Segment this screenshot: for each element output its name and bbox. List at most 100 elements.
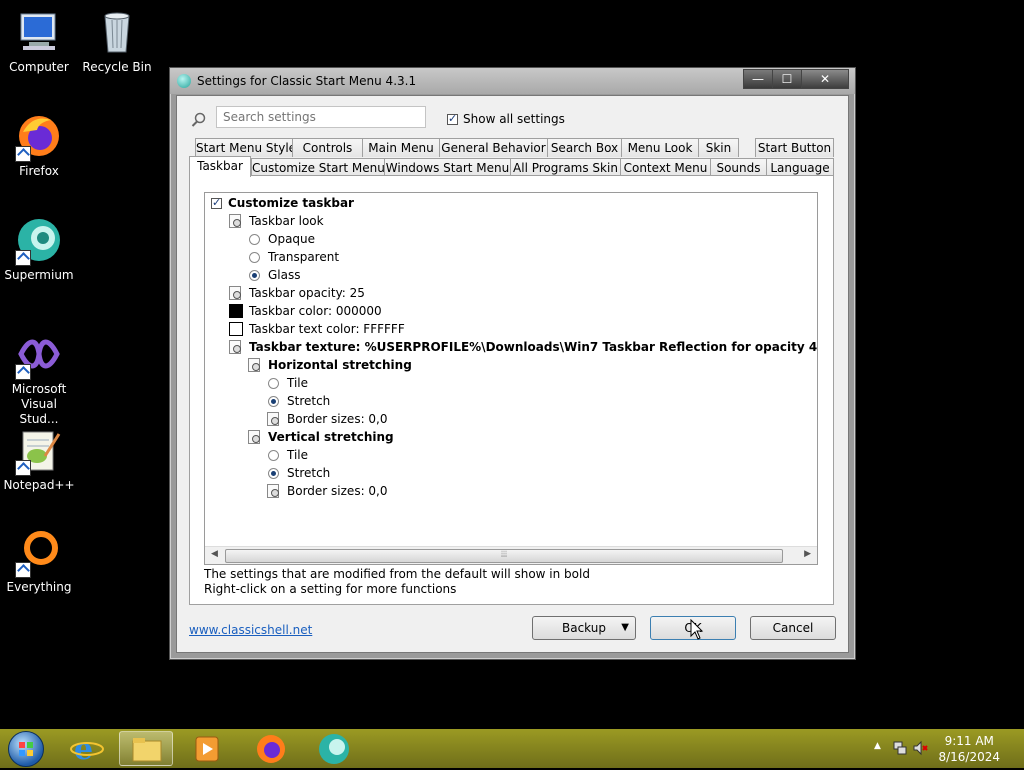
taskbar-color-item[interactable]: Taskbar color: 000000	[229, 302, 382, 320]
desktop-icon-label: Microsoft Visual Stud...	[11, 382, 67, 426]
tab-main-menu[interactable]: Main Menu	[362, 138, 440, 157]
settings-window: Settings for Classic Start Menu 4.3.1 — …	[169, 67, 856, 660]
clock[interactable]: 9:11 AM 8/16/2024	[938, 733, 1000, 765]
shortcut-arrow-icon	[15, 146, 31, 162]
desktop-icon-label: Recycle Bin	[82, 60, 152, 74]
radio-button-selected[interactable]	[268, 395, 279, 407]
opaque-option[interactable]: Opaque	[249, 230, 315, 248]
desktop-icon-notepadpp[interactable]: Notepad++	[1, 426, 77, 493]
horizontal-stretch-option[interactable]: Stretch	[268, 392, 330, 410]
desktop-icon-label: Firefox	[19, 164, 59, 178]
radio-button[interactable]	[249, 233, 260, 245]
clock-date: 8/16/2024	[938, 750, 1000, 764]
desktop-icon-recycle-bin[interactable]: Recycle Bin	[79, 8, 155, 75]
shortcut-arrow-icon	[15, 364, 31, 380]
folder-icon	[132, 738, 162, 762]
internet-explorer-icon: e	[70, 732, 104, 767]
glass-option[interactable]: Glass	[249, 266, 301, 284]
horizontal-border-sizes-item[interactable]: Border sizes: 0,0	[267, 410, 388, 428]
backup-button[interactable]: Backup ▼	[532, 616, 636, 640]
tab-general-behavior[interactable]: General Behavior	[439, 138, 548, 157]
tab-skin[interactable]: Skin	[698, 138, 739, 157]
system-tray: ▲ 9:11 AM 8/16/2024	[864, 729, 1024, 768]
horizontal-tile-option[interactable]: Tile	[268, 374, 308, 392]
radio-button-selected[interactable]	[249, 269, 260, 281]
visual-studio-icon	[15, 330, 63, 380]
start-button[interactable]	[5, 729, 45, 768]
transparent-option[interactable]: Transparent	[249, 248, 339, 266]
vertical-border-sizes-item[interactable]: Border sizes: 0,0	[267, 482, 388, 500]
close-button[interactable]: ✕	[801, 69, 849, 89]
desktop-icon-everything[interactable]: Everything	[1, 528, 77, 595]
setting-gear-icon	[267, 484, 281, 498]
window-title: Settings for Classic Start Menu 4.3.1	[197, 74, 417, 88]
tab-start-menu-style[interactable]: Start Menu Style	[195, 138, 296, 157]
taskbar-explorer[interactable]	[119, 731, 173, 766]
classicshell-link[interactable]: www.classicshell.net	[189, 623, 312, 637]
tab-search-box[interactable]: Search Box	[547, 138, 622, 157]
recycle-bin-icon	[93, 8, 141, 56]
taskbar-ie[interactable]: e	[60, 731, 114, 767]
show-hidden-icons-arrow[interactable]: ▲	[874, 741, 881, 751]
desktop-icon-label: Notepad++	[3, 478, 75, 492]
taskbar-opacity-item[interactable]: Taskbar opacity: 25	[229, 284, 365, 302]
dropdown-arrow-icon: ▼	[621, 622, 629, 633]
taskbar: e ▲ 9:11 AM 8/16/2024	[0, 729, 1024, 768]
cancel-button[interactable]: Cancel	[750, 616, 836, 640]
desktop-icon-label: Supermium	[4, 268, 74, 282]
tab-start-button[interactable]: Start Button	[755, 138, 834, 157]
vertical-tile-option[interactable]: Tile	[268, 446, 308, 464]
tab-controls[interactable]: Controls	[292, 138, 363, 157]
show-all-settings-checkbox[interactable]: Show all settings	[447, 112, 565, 126]
vertical-stretching-item[interactable]: Vertical stretching	[248, 428, 394, 446]
supermium-icon	[15, 216, 63, 266]
minimize-button[interactable]: —	[743, 69, 773, 89]
radio-button[interactable]	[249, 251, 260, 263]
tab-taskbar[interactable]: Taskbar	[189, 156, 251, 177]
desktop-icon-supermium[interactable]: Supermium	[1, 216, 77, 283]
vertical-stretch-option[interactable]: Stretch	[268, 464, 330, 482]
desktop-icon-visual-studio[interactable]: Microsoft Visual Stud...	[1, 330, 77, 427]
settings-tree[interactable]: Customize taskbar Taskbar look Opaque Tr…	[204, 192, 818, 565]
taskbar-supermium[interactable]	[307, 731, 361, 766]
desktop-icon-firefox[interactable]: Firefox	[1, 112, 77, 179]
taskbar-look-item[interactable]: Taskbar look	[229, 212, 324, 230]
network-icon[interactable]	[892, 740, 908, 756]
taskbar-text-color-item[interactable]: Taskbar text color: FFFFFF	[229, 320, 405, 338]
desktop-icon-computer[interactable]: Computer	[1, 8, 77, 75]
shortcut-arrow-icon	[15, 460, 31, 476]
mouse-cursor-icon	[690, 618, 704, 641]
supermium-icon	[319, 734, 349, 764]
scroll-left-icon[interactable]: ◀	[211, 549, 218, 559]
media-player-icon	[195, 736, 219, 762]
color-swatch-white	[229, 322, 243, 336]
computer-icon	[15, 8, 63, 56]
taskbar-firefox[interactable]	[244, 731, 298, 766]
taskbar-texture-item[interactable]: Taskbar texture: %USERPROFILE%\Downloads…	[229, 338, 817, 356]
horizontal-scrollbar[interactable]: ◀ ⦙⦙⦙ ▶	[205, 546, 817, 564]
classic-shell-icon	[177, 74, 191, 88]
radio-button-selected[interactable]	[268, 467, 279, 479]
taskbar-media-player[interactable]	[180, 731, 234, 766]
volume-muted-icon[interactable]	[912, 740, 928, 756]
customize-taskbar-item[interactable]: Customize taskbar	[211, 194, 354, 212]
radio-button[interactable]	[268, 449, 279, 461]
setting-gear-icon	[229, 340, 243, 354]
title-bar[interactable]: Settings for Classic Start Menu 4.3.1 — …	[170, 68, 855, 94]
setting-gear-icon	[229, 286, 243, 300]
scroll-right-icon[interactable]: ▶	[804, 549, 811, 559]
search-input[interactable]	[216, 106, 426, 128]
horizontal-stretching-item[interactable]: Horizontal stretching	[248, 356, 412, 374]
setting-gear-icon	[248, 430, 262, 444]
tab-menu-look[interactable]: Menu Look	[621, 138, 699, 157]
checkbox-checked[interactable]	[211, 196, 222, 209]
desktop-icon-label: Everything	[6, 580, 72, 594]
checkbox-checked[interactable]	[447, 112, 458, 125]
show-all-settings-label: Show all settings	[463, 112, 565, 126]
svg-text:e: e	[74, 732, 93, 766]
firefox-icon	[257, 735, 285, 763]
scrollbar-thumb[interactable]: ⦙⦙⦙	[225, 549, 783, 563]
firefox-icon	[15, 112, 63, 162]
maximize-button[interactable]: ☐	[772, 69, 802, 89]
radio-button[interactable]	[268, 377, 279, 389]
